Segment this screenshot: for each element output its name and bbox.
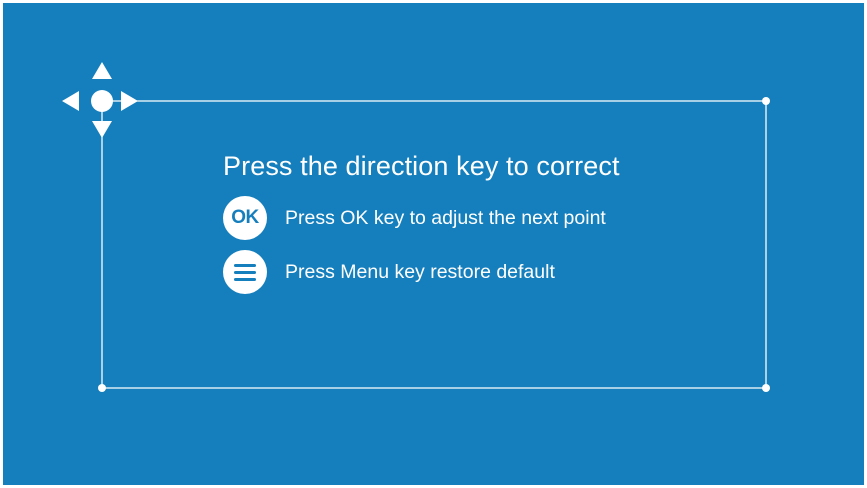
arrow-down-icon (92, 121, 112, 138)
arrow-up-icon (92, 62, 112, 79)
instruction-menu-text: Press Menu key restore default (285, 260, 555, 283)
instruction-title: Press the direction key to correct (223, 151, 620, 181)
correction-outline (101, 100, 767, 389)
arrow-left-icon (62, 91, 79, 111)
ok-key-icon: OK (223, 196, 267, 240)
corner-point-top-right (762, 97, 770, 105)
direction-pad-icon (62, 62, 138, 138)
instruction-ok-text: Press OK key to adjust the next point (285, 206, 606, 229)
menu-key-icon (223, 250, 267, 294)
corner-point-bottom-left (98, 384, 106, 392)
hamburger-icon (234, 263, 256, 281)
corner-point-bottom-right (762, 384, 770, 392)
instruction-ok-row: OK Press OK key to adjust the next point (223, 196, 606, 240)
correction-frame (62, 62, 770, 392)
arrow-right-icon (121, 91, 138, 111)
active-corner-point (91, 90, 113, 112)
ok-badge-label: OK (231, 207, 259, 228)
instruction-menu-row: Press Menu key restore default (223, 250, 555, 294)
keystone-correction-screen: Press the direction key to correct OK Pr… (3, 3, 864, 485)
